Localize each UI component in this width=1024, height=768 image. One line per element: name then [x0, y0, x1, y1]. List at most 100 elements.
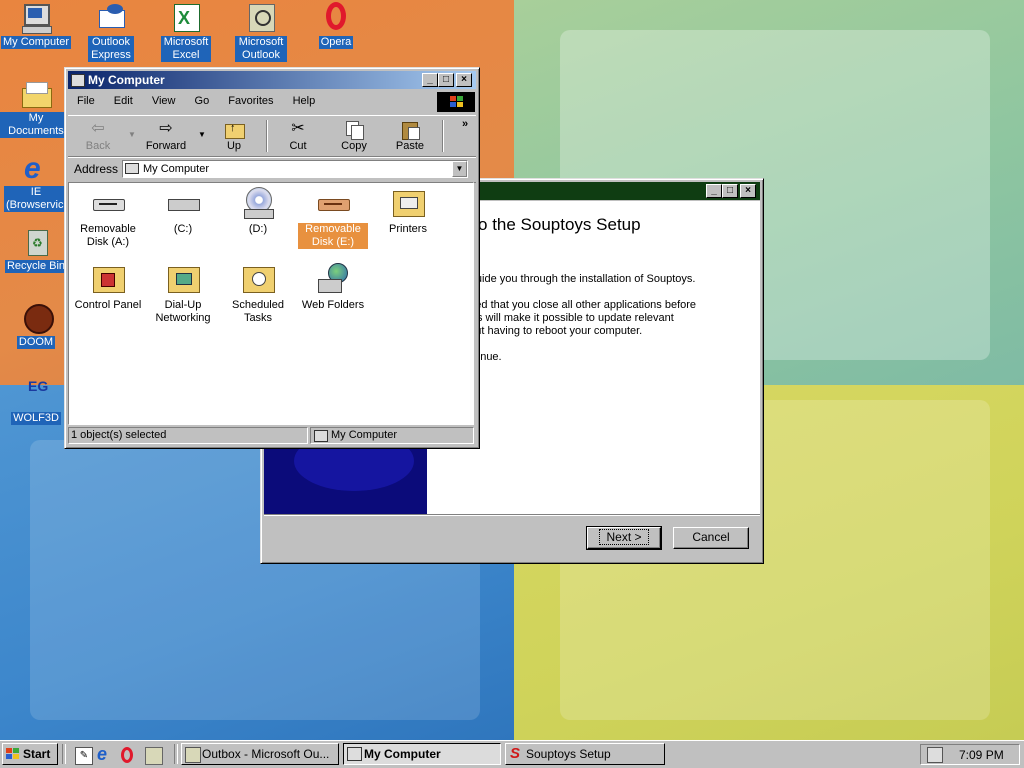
address-bar: Address My Computer ▼: [68, 157, 476, 183]
control-panel-item[interactable]: Control Panel: [73, 263, 143, 312]
forward-arrow-icon: ⇨: [159, 120, 173, 137]
maximize-button[interactable]: □: [438, 73, 454, 87]
up-button[interactable]: ↑ Up: [208, 116, 260, 152]
outlook-icon[interactable]: [145, 747, 163, 765]
desktop-icon-outlook[interactable]: Microsoft Outlook: [225, 2, 297, 62]
desktop-icon-opera[interactable]: Opera: [300, 2, 372, 49]
forward-button[interactable]: ⇨ Forward: [140, 116, 192, 152]
removable-drive-icon: [316, 187, 350, 219]
taskbar-button-my-computer[interactable]: My Computer: [343, 743, 501, 765]
close-button[interactable]: ×: [456, 73, 472, 87]
web-folders-icon: [316, 263, 350, 295]
souptoys-icon: S: [510, 745, 521, 762]
drive-item-d[interactable]: (D:): [223, 187, 293, 236]
maximize-button[interactable]: □: [722, 184, 738, 198]
outlook-express-icon: [95, 2, 127, 34]
opera-icon[interactable]: [121, 747, 133, 763]
menu-go[interactable]: Go: [195, 95, 210, 107]
status-text: 1 object(s) selected: [68, 427, 308, 444]
minimize-button[interactable]: _: [706, 184, 722, 198]
desktop-icon-my-computer[interactable]: My Computer: [0, 2, 72, 49]
desktop-icon-label: My Documents: [0, 112, 72, 138]
folder-icon: [20, 78, 52, 110]
taskbar-button-souptoys[interactable]: S Souptoys Setup: [505, 743, 665, 765]
tray-network-icon[interactable]: [927, 747, 943, 763]
desktop-icon-label: Microsoft Excel: [161, 36, 211, 62]
outlook-icon: [245, 2, 277, 34]
internet-explorer-icon[interactable]: e: [97, 745, 107, 763]
cut-button[interactable]: ✂ Cut: [272, 116, 324, 152]
status-zone: My Computer: [310, 427, 474, 444]
next-button[interactable]: Next >: [586, 526, 662, 550]
desktop-icon-my-documents[interactable]: My Documents: [0, 78, 72, 138]
up-folder-icon: ↑: [224, 120, 245, 139]
close-button[interactable]: ×: [740, 184, 756, 198]
menu-favorites[interactable]: Favorites: [228, 95, 273, 107]
forward-dropdown-arrow[interactable]: ▼: [198, 130, 206, 139]
separator: [264, 514, 760, 516]
paste-icon: [400, 120, 420, 140]
clock[interactable]: 7:09 PM: [959, 748, 1004, 762]
excel-icon: X: [170, 2, 202, 34]
cd-drive-icon: [241, 187, 275, 219]
desktop-icon-label: Opera: [318, 36, 354, 49]
control-panel-folder-icon: [91, 263, 125, 295]
start-button[interactable]: Start: [2, 743, 58, 765]
scheduled-tasks-folder-icon: [241, 263, 275, 295]
dialup-folder-icon: [166, 263, 200, 295]
my-computer-window[interactable]: My Computer _ □ × File Edit View Go Favo…: [64, 67, 480, 449]
web-folders-item[interactable]: Web Folders: [298, 263, 368, 312]
quick-launch: ✎ e: [72, 745, 172, 765]
toolbar-separator: [266, 120, 268, 152]
desktop-icon-recycle-bin[interactable]: ♻ Recycle Bin: [0, 226, 72, 273]
printers-item[interactable]: Printers: [373, 187, 443, 236]
taskbar-separator: [174, 744, 178, 764]
file-view[interactable]: Removable Disk (A:) (C:) (D:) Removable …: [68, 182, 474, 425]
desktop-icon-label: IE (Browservice): [4, 186, 74, 212]
toolbar-chevron-icon[interactable]: »: [462, 118, 468, 130]
minimize-button[interactable]: _: [422, 73, 438, 87]
drive-item-a[interactable]: Removable Disk (A:): [73, 187, 143, 249]
back-arrow-icon: ⇦: [91, 120, 105, 137]
printers-folder-icon: [391, 187, 425, 219]
window-title: My Computer: [88, 73, 165, 87]
desktop-icon-doom[interactable]: DOOM: [0, 302, 72, 349]
scissors-icon: ✂: [291, 120, 305, 137]
recycle-bin-icon: ♻: [20, 226, 52, 258]
opera-icon: [320, 2, 352, 34]
menu-edit[interactable]: Edit: [114, 95, 133, 107]
toolbar-separator: [442, 120, 444, 152]
desktop-icon-label: Microsoft Outlook: [235, 36, 287, 62]
cancel-button[interactable]: Cancel: [673, 527, 749, 549]
desktop-icon-excel[interactable]: X Microsoft Excel: [150, 2, 222, 62]
computer-icon: [20, 2, 52, 34]
address-dropdown-button[interactable]: ▼: [452, 161, 467, 177]
copy-icon: [344, 120, 364, 140]
desktop-icon-wolf3d[interactable]: EG WOLF3D: [0, 378, 72, 425]
menu-help[interactable]: Help: [293, 95, 316, 107]
drive-item-c[interactable]: (C:): [148, 187, 218, 236]
show-desktop-icon[interactable]: ✎: [75, 747, 93, 765]
paste-button[interactable]: Paste: [384, 116, 436, 152]
drive-item-e[interactable]: Removable Disk (E:): [298, 187, 368, 249]
back-dropdown-arrow[interactable]: ▼: [128, 130, 136, 139]
desktop-icon-label: WOLF3D: [11, 412, 61, 425]
scheduled-tasks-item[interactable]: Scheduled Tasks: [223, 263, 293, 325]
menu-bar: File Edit View Go Favorites Help: [77, 95, 331, 107]
wolf3d-icon: EG: [28, 378, 49, 394]
menu-file[interactable]: File: [77, 95, 95, 107]
computer-icon: [71, 74, 85, 87]
windows-logo-throbber: [437, 92, 475, 112]
dialup-networking-item[interactable]: Dial-Up Networking: [148, 263, 218, 325]
desktop-icon-outlook-express[interactable]: Outlook Express: [75, 2, 147, 62]
floppy-drive-icon: [91, 187, 125, 219]
copy-button[interactable]: Copy: [328, 116, 380, 152]
desktop-icon-ie[interactable]: e IE (Browservice): [0, 152, 74, 212]
menu-view[interactable]: View: [152, 95, 176, 107]
back-button[interactable]: ⇦ Back: [72, 116, 124, 152]
mycomputer-titlebar[interactable]: My Computer _ □ ×: [68, 71, 476, 89]
internet-explorer-icon: e: [24, 152, 41, 185]
address-input[interactable]: My Computer ▼: [122, 160, 468, 178]
taskbar-button-outbox[interactable]: Outbox - Microsoft Ou...: [181, 743, 339, 765]
computer-icon: [314, 430, 328, 442]
